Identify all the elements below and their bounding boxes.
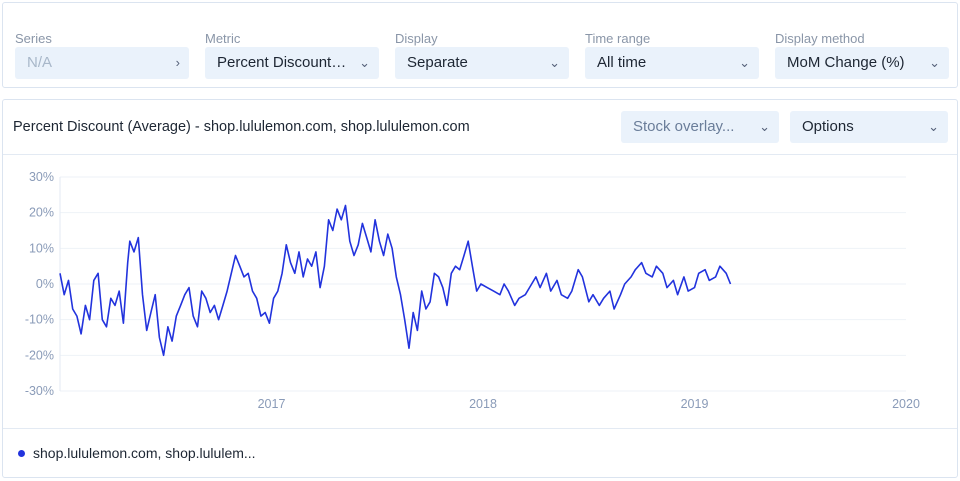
- chevron-down-icon: ⌄: [739, 55, 750, 70]
- display-method-select[interactable]: MoM Change (%) ⌄: [775, 47, 949, 79]
- display-label: Display: [395, 31, 438, 46]
- controls-bar: Series N/A › Metric Percent Discount (av…: [2, 2, 958, 88]
- line-chart: 30% 20% 10% 0% -10% -20% -30% 2017 2018 2019 2020: [25, 170, 920, 411]
- y-tick-label: 20%: [29, 206, 54, 220]
- legend-item[interactable]: shop.lululemon.com, shop.lululem...: [18, 445, 256, 461]
- x-tick-label: 2018: [469, 397, 497, 411]
- chevron-down-icon: ⌄: [929, 55, 940, 70]
- time-range-value: All time: [597, 54, 647, 71]
- y-tick-label: -20%: [25, 348, 54, 362]
- display-method-label: Display method: [775, 31, 865, 46]
- legend-label: shop.lululemon.com, shop.lululem...: [33, 445, 256, 461]
- series-label: Series: [15, 31, 52, 46]
- time-range-label: Time range: [585, 31, 651, 46]
- metric-value: Percent Discount (av...: [217, 54, 368, 71]
- series-value: N/A: [27, 54, 53, 71]
- x-tick-label: 2020: [892, 397, 920, 411]
- chevron-right-icon: ›: [175, 55, 180, 70]
- chevron-down-icon: ⌄: [549, 55, 560, 70]
- x-tick-label: 2019: [681, 397, 709, 411]
- metric-label: Metric: [205, 31, 241, 46]
- display-method-value: MoM Change (%): [787, 54, 905, 71]
- chevron-down-icon: ⌄: [359, 55, 370, 70]
- series-select[interactable]: N/A ›: [15, 47, 189, 79]
- legend-divider: [3, 428, 957, 429]
- y-tick-label: -10%: [25, 313, 54, 327]
- x-tick-label: 2017: [258, 397, 286, 411]
- y-tick-label: -30%: [25, 384, 54, 398]
- y-tick-label: 30%: [29, 170, 54, 184]
- legend-dot-icon: [18, 449, 25, 457]
- time-range-select[interactable]: All time ⌄: [585, 47, 759, 79]
- display-value: Separate: [407, 54, 468, 71]
- series-line: [59, 204, 732, 357]
- display-select[interactable]: Separate ⌄: [395, 47, 569, 79]
- chart-panel: Percent Discount (Average) - shop.lulule…: [2, 99, 958, 478]
- metric-select[interactable]: Percent Discount (av... ⌄: [205, 47, 379, 79]
- y-tick-label: 10%: [29, 241, 54, 255]
- y-tick-label: 0%: [36, 277, 54, 291]
